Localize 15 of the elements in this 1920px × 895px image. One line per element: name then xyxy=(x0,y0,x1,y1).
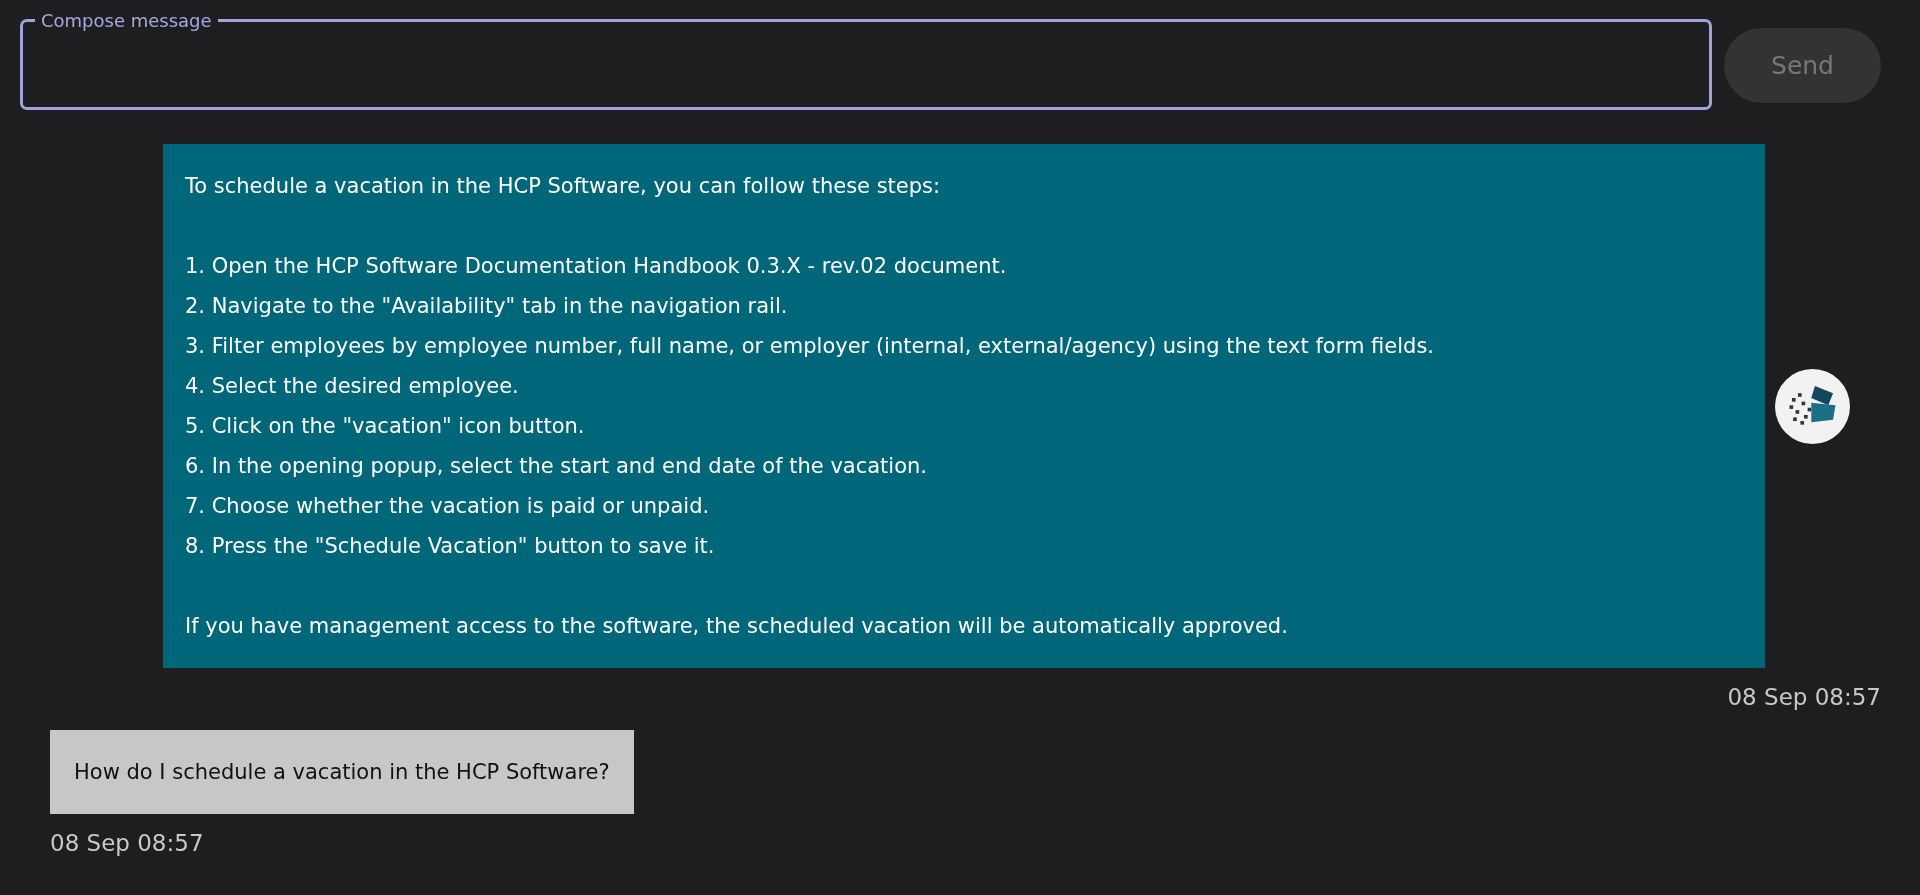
step-text: 1. Open the HCP Software Documentation Handbook 0.3.X - rev.02 document. xyxy=(185,253,1008,280)
message-text: If you have management access to the software, the scheduled vacation will be automatically approved. xyxy=(185,613,1289,640)
step-text: 7. Choose whether the vacation is paid or unpaid. xyxy=(185,493,711,520)
step-text: 8. Press the "Schedule Vacation" button to save it. xyxy=(185,533,716,560)
message-text: How do I schedule a vacation in the HCP Software? xyxy=(74,759,610,786)
step-text: 5. Click on the "vacation" icon button. xyxy=(185,413,586,440)
step-text: 6. In the opening popup, select the start and end date of the vacation. xyxy=(185,453,928,480)
compose-label: Compose message xyxy=(40,10,213,31)
step-text: 3. Filter employees by employee number, full name, or employer (internal, external/agency) using the text form fields. xyxy=(185,333,1435,360)
message-timestamp: 08 Sep 08:57 xyxy=(1726,684,1881,710)
step-text: 4. Select the desired employee. xyxy=(185,373,520,400)
step-text: 2. Navigate to the "Availability" tab in the navigation rail. xyxy=(185,293,789,320)
bot-avatar-icon xyxy=(1775,368,1850,444)
message-timestamp: 08 Sep 08:57 xyxy=(50,830,205,856)
message-text: To schedule a vacation in the HCP Software, you can follow these steps: xyxy=(185,173,942,200)
